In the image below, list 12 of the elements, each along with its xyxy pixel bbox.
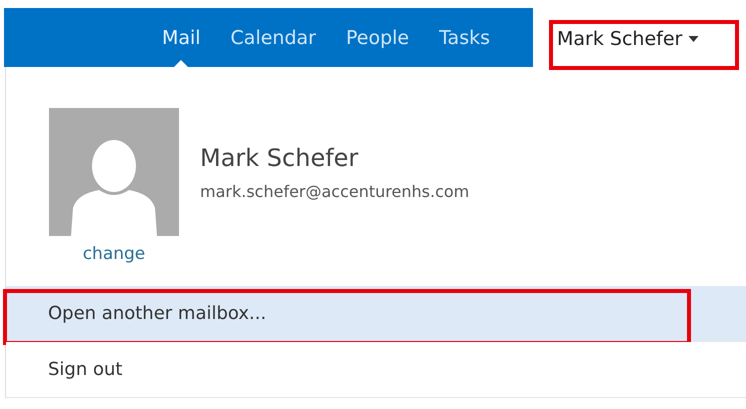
avatar-silhouette-icon (49, 108, 179, 236)
user-name: Mark Schefer (200, 144, 360, 172)
nav-tab[interactable]: Tasks (426, 8, 503, 67)
nav-tab[interactable]: People (332, 8, 422, 67)
change-photo-link[interactable]: change (82, 244, 146, 264)
caret-icon (688, 36, 700, 42)
user-email: mark.schefer@accenturenhs.com (200, 182, 470, 201)
menu-item[interactable]: Open another mailbox... (6, 286, 746, 342)
account-menu-button[interactable]: Mark Schefer (549, 20, 706, 58)
nav-tab[interactable]: Mail (148, 8, 214, 67)
nav-tab[interactable]: Calendar (218, 8, 329, 67)
menu-item[interactable]: Sign out (6, 342, 746, 398)
